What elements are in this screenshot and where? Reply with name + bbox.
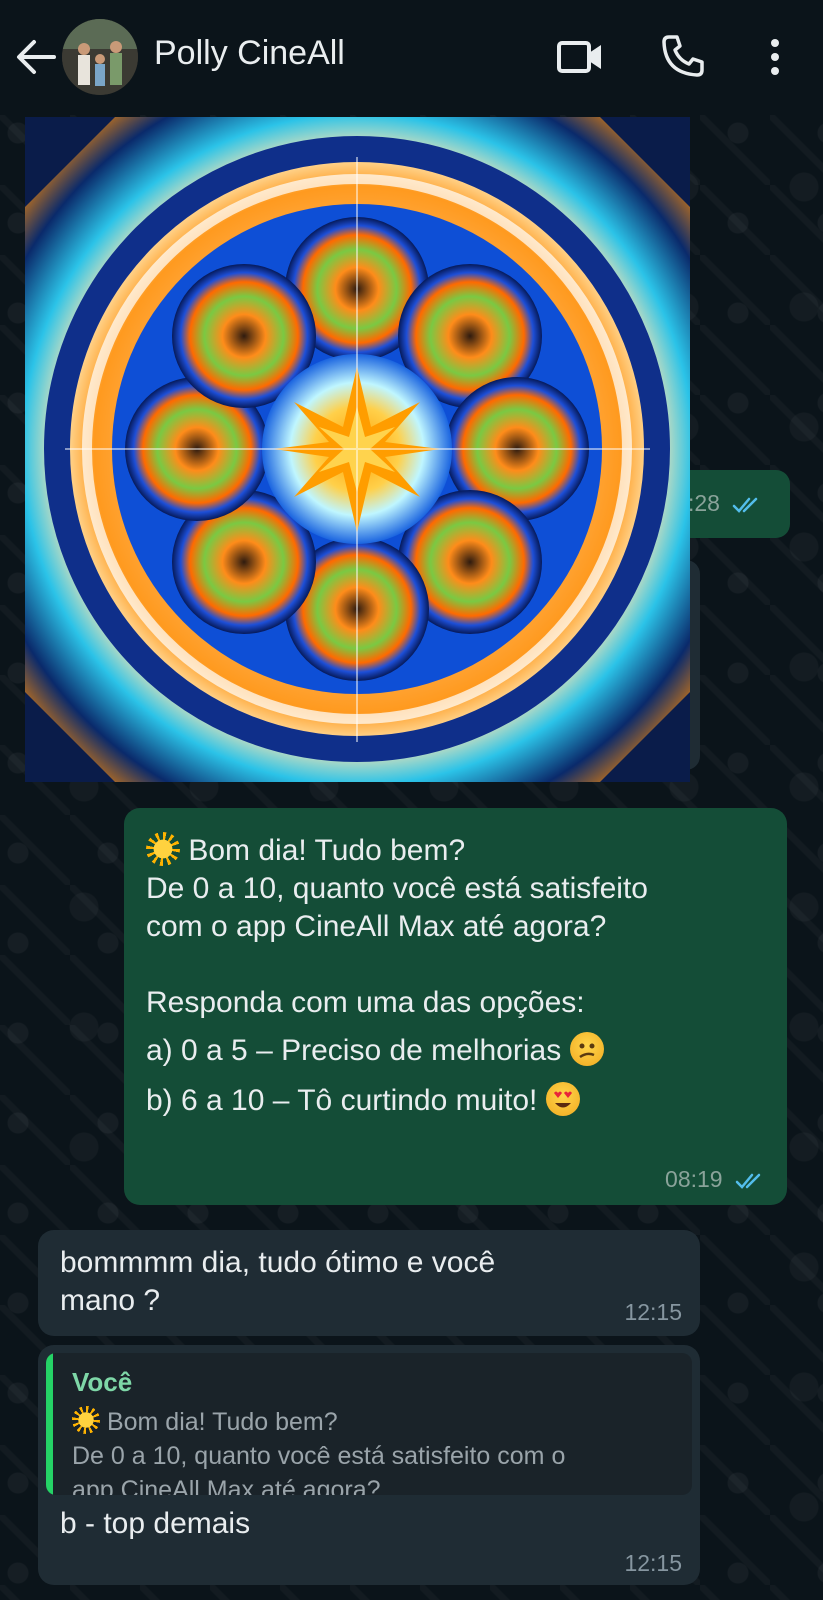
message-time: 12:15: [624, 1299, 682, 1325]
mandala-image: [25, 117, 690, 782]
quote-line: app CineAll Max até agora?...: [72, 1476, 402, 1495]
sun-emoji-icon: [146, 832, 180, 866]
incoming-reply-message[interactable]: Você Bom dia! Tudo bem? De 0 a 10, quant…: [38, 1345, 700, 1585]
message-line: b) 6 a 10 – Tô curtindo muito!: [146, 1082, 776, 1120]
read-ticks-icon: [733, 497, 758, 513]
more-vert-icon[interactable]: [760, 35, 790, 79]
message-line: De 0 a 10, quanto você está satisfeito: [146, 872, 648, 905]
back-arrow-icon[interactable]: [14, 37, 58, 77]
message-line: Bom dia! Tudo bem?: [146, 832, 776, 870]
image-message[interactable]: [25, 117, 690, 782]
voice-call-icon[interactable]: [660, 33, 706, 79]
quote-author: Você: [72, 1367, 133, 1397]
video-call-icon[interactable]: [556, 37, 606, 77]
message-line: bommmm dia, tudo ótimo e você: [60, 1246, 496, 1279]
reply-text: b - top demais: [60, 1507, 251, 1540]
read-ticks-icon: [735, 1173, 761, 1189]
quote-line: De 0 a 10, quanto você está satisfeito c…: [72, 1442, 566, 1470]
chat-header: Polly CineAll: [0, 0, 823, 115]
confused-face-emoji-icon: [569, 1032, 604, 1066]
sun-emoji-icon: [72, 1406, 100, 1434]
contact-name[interactable]: Polly CineAll: [154, 34, 345, 73]
message-time: :28: [688, 490, 762, 517]
incoming-message[interactable]: bommmm dia, tudo ótimo e você mano ? 12:…: [38, 1230, 700, 1336]
message-line: mano ?: [60, 1284, 161, 1317]
message-line: Responda com uma das opções:: [146, 986, 585, 1019]
message-time: 12:15: [624, 1550, 682, 1576]
quoted-message[interactable]: Você Bom dia! Tudo bem? De 0 a 10, quant…: [46, 1353, 692, 1495]
message-time: 08:19: [665, 1166, 765, 1193]
quote-accent-bar: [46, 1353, 53, 1495]
heart-eyes-emoji-icon: [545, 1082, 580, 1116]
outgoing-message[interactable]: Bom dia! Tudo bem? De 0 a 10, quanto voc…: [124, 808, 787, 1205]
message-line: com o app CineAll Max até agora?: [146, 910, 607, 943]
quote-line: Bom dia! Tudo bem?: [72, 1405, 687, 1439]
avatar[interactable]: [62, 19, 138, 95]
message-line: a) 0 a 5 – Preciso de melhorias: [146, 1032, 776, 1070]
